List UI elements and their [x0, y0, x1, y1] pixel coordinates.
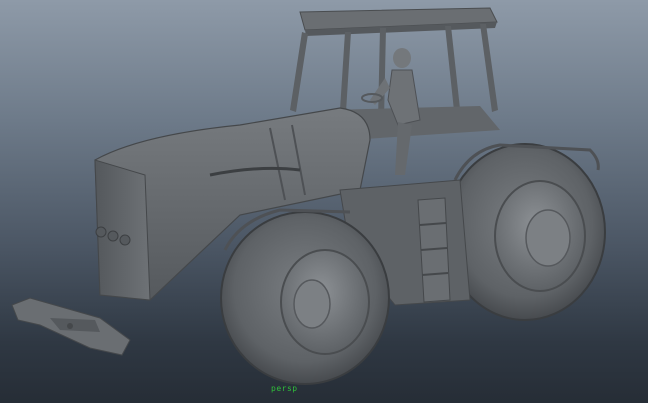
tractor-model[interactable]	[0, 0, 648, 403]
3d-viewport[interactable]: persp	[0, 0, 648, 403]
detached-hitch[interactable]	[11, 297, 131, 356]
front-wheel[interactable]	[220, 208, 390, 385]
camera-label: persp	[271, 384, 298, 393]
